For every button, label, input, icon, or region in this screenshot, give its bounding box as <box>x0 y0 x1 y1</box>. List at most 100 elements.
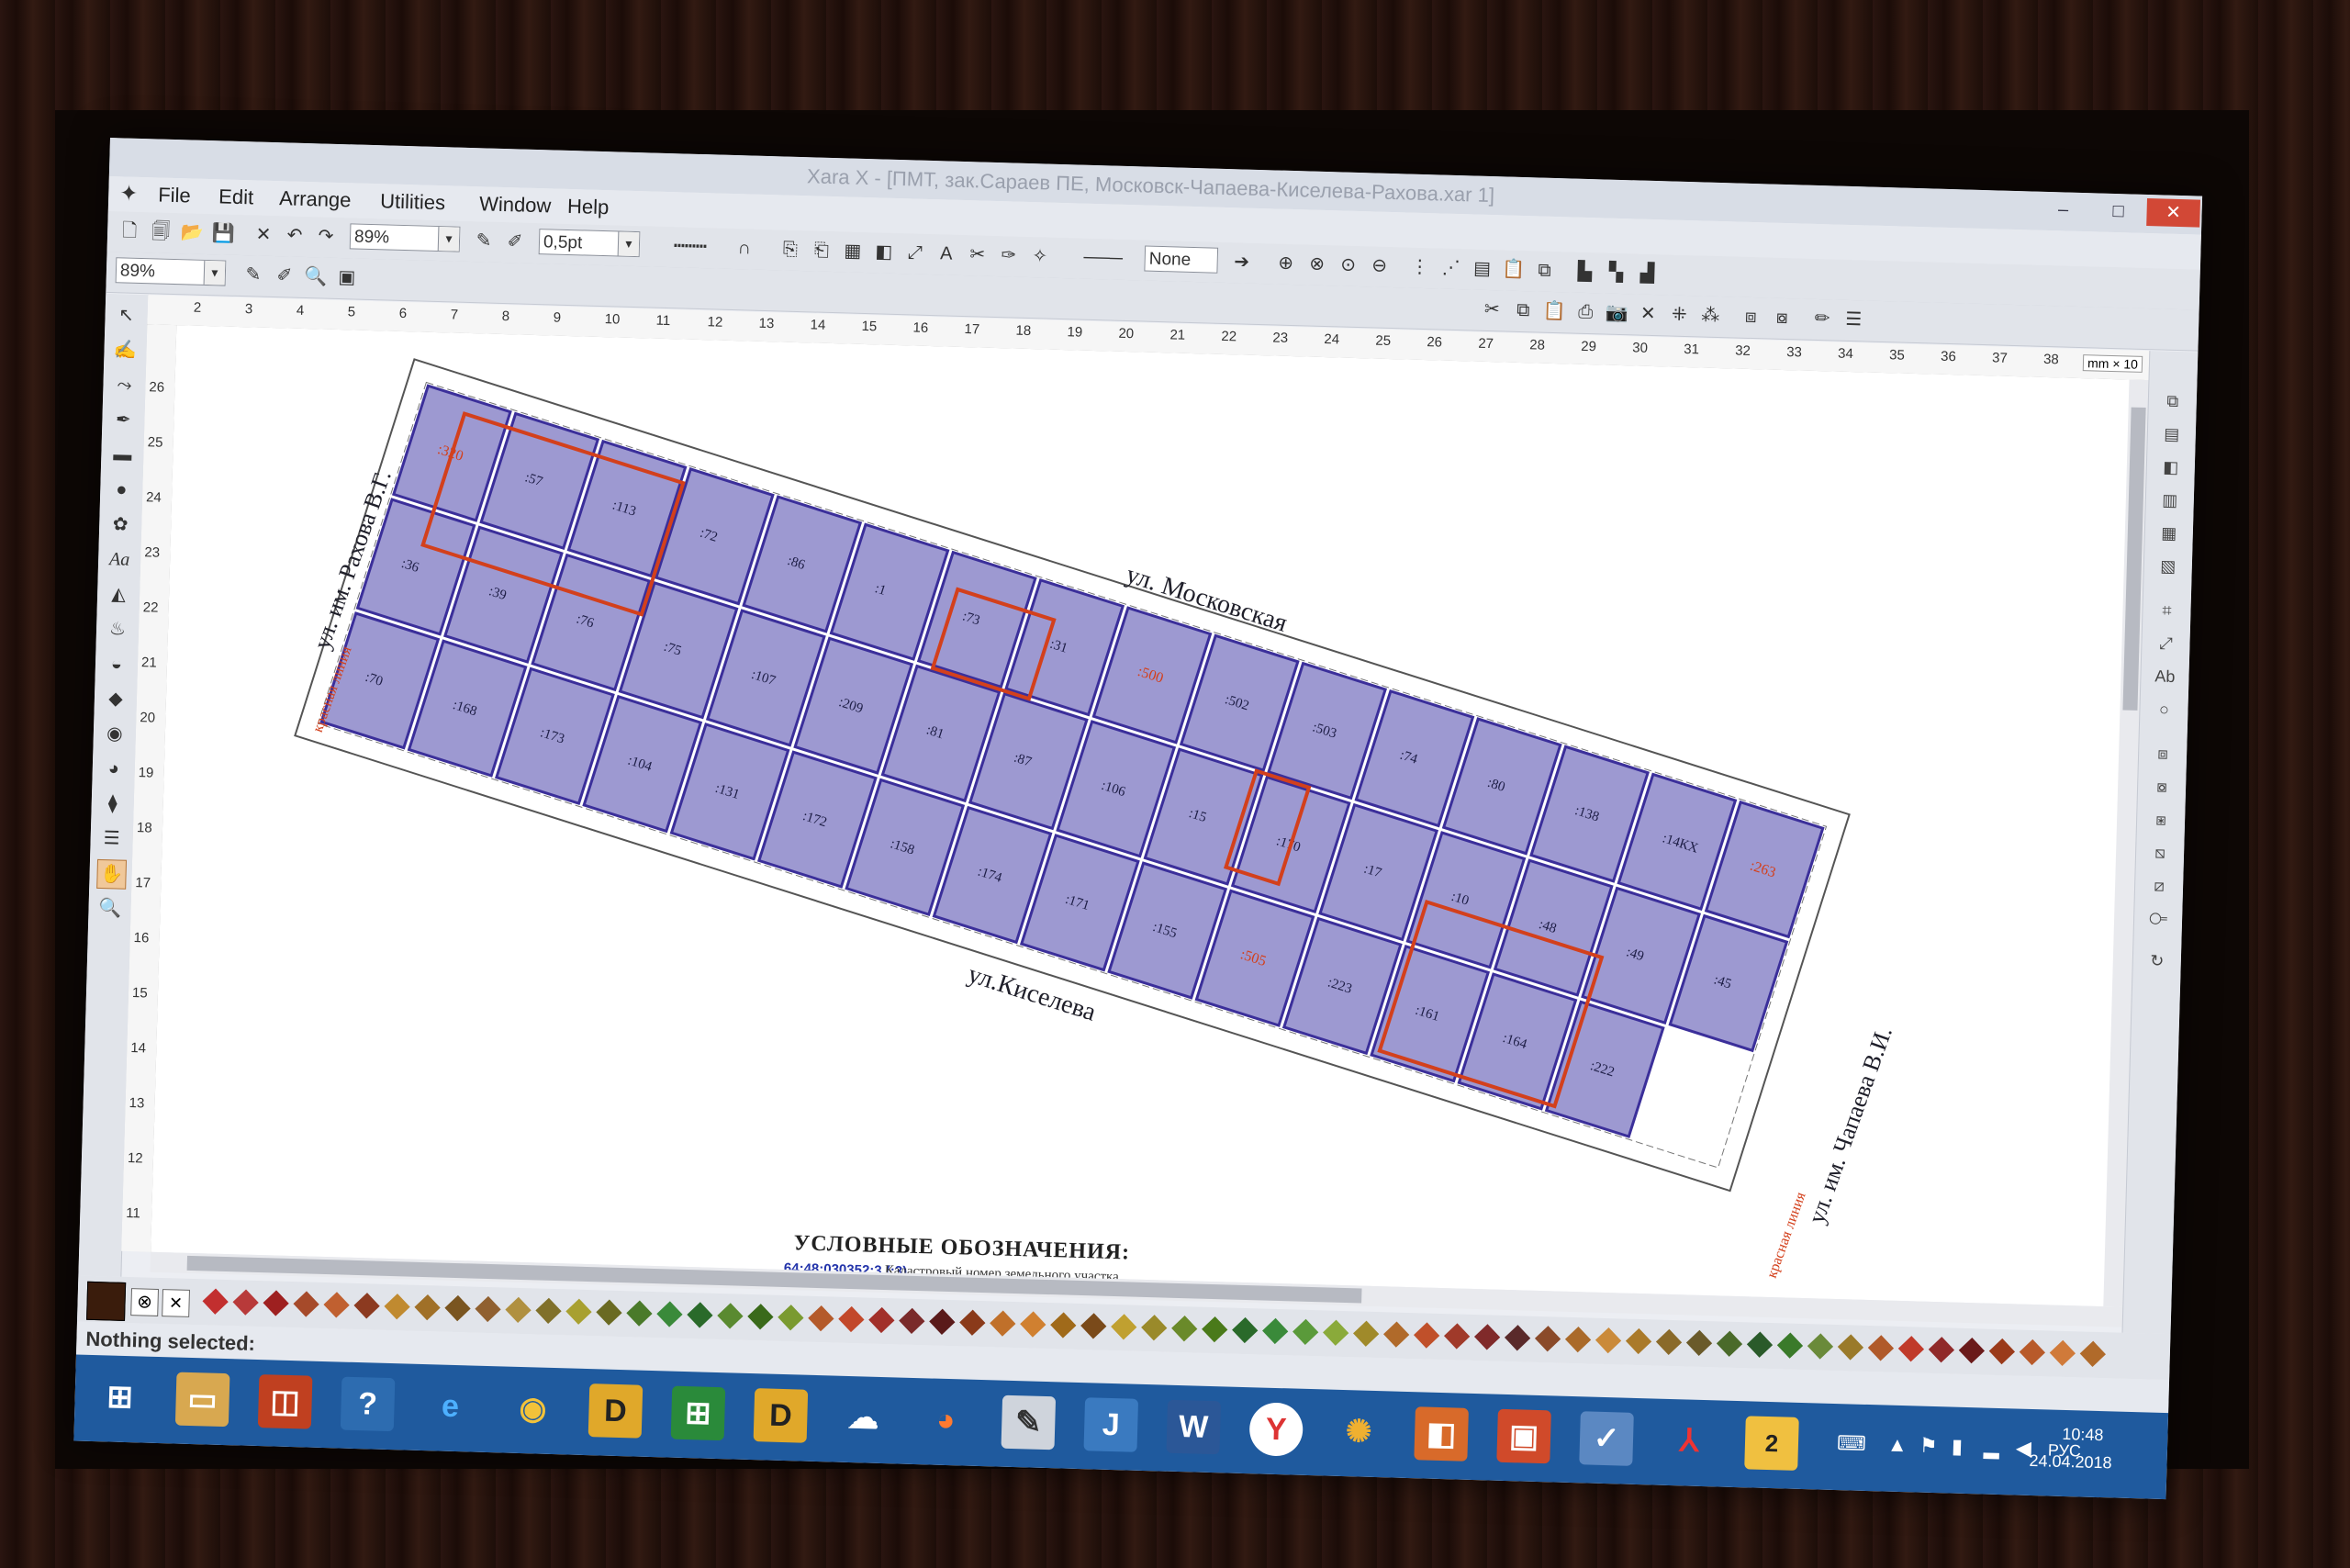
pen-tool-icon[interactable]: ✒ <box>109 406 138 434</box>
page-icon[interactable]: ▤ <box>1469 255 1495 282</box>
apply-arrow-icon[interactable]: ➔ <box>1228 249 1255 275</box>
app-j-icon[interactable]: J <box>1083 1397 1139 1452</box>
spray-icon[interactable]: ⁂ <box>1697 302 1724 329</box>
menu-utilities[interactable]: Utilities <box>380 189 446 215</box>
palette-swatch[interactable] <box>717 1303 744 1329</box>
palette-swatch[interactable] <box>1262 1317 1289 1345</box>
palette-swatch[interactable] <box>1504 1325 1531 1351</box>
chrome-icon[interactable]: ◉ <box>506 1382 561 1437</box>
zoom-tool-icon[interactable]: 🔍 <box>95 894 124 923</box>
mould-tool-icon[interactable]: ◒ <box>103 650 131 678</box>
delete-icon[interactable]: ✕ <box>251 221 277 248</box>
palette-swatch[interactable] <box>1746 1331 1774 1358</box>
palette-swatch[interactable] <box>263 1290 289 1316</box>
bevel-tool-icon[interactable]: ◆ <box>102 685 130 713</box>
selector-tool-icon[interactable]: ↖ <box>112 301 140 330</box>
transparency-tool-icon[interactable]: ♨ <box>104 615 132 644</box>
xara-app-icon[interactable]: ✦ <box>119 180 146 207</box>
cloud-icon[interactable]: ☁ <box>836 1391 891 1446</box>
crop-icon[interactable]: ⌗ <box>2154 597 2180 623</box>
import-icon[interactable]: ⎘ <box>778 236 804 263</box>
pattern-icon[interactable]: ⁜ <box>1666 301 1693 328</box>
pen-alt-icon[interactable]: ✐ <box>271 263 297 289</box>
zoom-drawing-icon[interactable]: ⊗ <box>1304 251 1330 277</box>
palette-swatch[interactable] <box>1020 1311 1046 1338</box>
clock-time[interactable]: 10:48 <box>2062 1425 2104 1445</box>
menu-file[interactable]: File <box>158 183 191 207</box>
palette-swatch[interactable] <box>1837 1334 1864 1361</box>
palette-swatch[interactable] <box>293 1291 319 1317</box>
powerpoint-icon[interactable]: ▣ <box>1496 1408 1551 1464</box>
palette-swatch[interactable] <box>1564 1327 1592 1353</box>
palette-swatch[interactable] <box>868 1306 895 1334</box>
menu-edit[interactable]: Edit <box>218 185 254 209</box>
gallery-layers-icon[interactable]: ⧉ <box>2159 387 2186 414</box>
clipboard-icon[interactable]: 📋 <box>1500 256 1527 283</box>
palette-swatch[interactable] <box>1050 1312 1077 1338</box>
gallery-lines-icon[interactable]: ▥ <box>2156 487 2183 513</box>
palette-swatch[interactable] <box>1685 1329 1713 1356</box>
menu-window[interactable]: Window <box>479 192 552 218</box>
resize-icon[interactable]: ⤢ <box>2153 630 2179 656</box>
list-icon[interactable]: ☰ <box>1841 307 1867 333</box>
zoom-combo-secondary[interactable]: 89% ▼ <box>115 257 227 286</box>
rectangle-tool-icon[interactable]: ▬ <box>108 441 137 469</box>
text-icon[interactable]: A <box>933 241 959 267</box>
snap-icon[interactable]: ⋰ <box>1438 254 1464 281</box>
pen-tool-icon[interactable]: ✎ <box>471 228 498 254</box>
align-center-icon[interactable]: ▚ <box>1603 259 1629 286</box>
palette-swatch[interactable] <box>414 1294 441 1321</box>
palette-swatch[interactable] <box>1171 1316 1198 1342</box>
palette-swatch[interactable] <box>2079 1340 2106 1367</box>
network-icon[interactable]: ▂ <box>1984 1436 2000 1460</box>
arrange-back-icon[interactable]: ⧃ <box>2145 905 2172 932</box>
zoom-combo[interactable]: 89% ▼ <box>349 223 461 252</box>
palette-swatch[interactable] <box>1141 1315 1168 1341</box>
xara-taskbar-icon[interactable]: ✓ <box>1579 1411 1634 1466</box>
gallery-fonts-icon[interactable]: ▧ <box>2154 553 2181 579</box>
pen-icon[interactable]: ✎ <box>241 262 267 288</box>
cut-icon[interactable]: ✂ <box>964 241 990 268</box>
magnet-icon[interactable]: ∩ <box>732 235 758 262</box>
reader-icon[interactable]: ◧ <box>1414 1406 1469 1462</box>
zoom-selection-icon[interactable]: ⊙ <box>1335 252 1361 278</box>
blend-tool-icon[interactable]: ⧫ <box>98 790 127 818</box>
clear-icon[interactable]: ✕ <box>1635 300 1662 327</box>
palette-swatch[interactable] <box>2019 1338 2046 1366</box>
palette-swatch[interactable] <box>1413 1322 1440 1349</box>
app-orange-icon[interactable]: ◫ <box>257 1374 313 1429</box>
palette-swatch[interactable] <box>1988 1338 2016 1365</box>
windows-start-icon[interactable]: ⊞ <box>93 1370 148 1425</box>
ellipse-tool-icon[interactable]: ● <box>107 476 136 504</box>
camera-icon[interactable]: 📷 <box>1604 300 1630 327</box>
slice-icon[interactable]: ⧅ <box>2147 839 2174 866</box>
palette-swatch[interactable] <box>1867 1335 1895 1361</box>
file-explorer-icon[interactable]: ▭ <box>174 1372 230 1428</box>
palette-swatch[interactable] <box>808 1305 834 1332</box>
palette-swatch[interactable] <box>778 1305 804 1331</box>
palette-swatch[interactable] <box>1958 1338 1986 1364</box>
push-tool-icon[interactable]: ✋ <box>96 858 128 890</box>
live-effects-tool-icon[interactable]: ☰ <box>97 824 126 853</box>
line-width-combo[interactable]: 0,5pt ▼ <box>538 229 641 258</box>
combine-icon[interactable]: ⧈ <box>2150 740 2177 767</box>
no-color-swatch[interactable]: ⊗ <box>130 1288 160 1316</box>
app-d-icon[interactable]: D <box>588 1383 643 1439</box>
keyboard-icon[interactable]: ⌨ <box>1837 1431 1866 1456</box>
battery-icon[interactable]: ▮ <box>1952 1435 1964 1459</box>
palette-swatch[interactable] <box>626 1300 653 1327</box>
align-right-icon[interactable]: ▟ <box>1634 260 1661 286</box>
palette-swatch[interactable] <box>1080 1313 1107 1339</box>
palette-swatch[interactable] <box>1232 1316 1259 1344</box>
palette-swatch[interactable] <box>1473 1324 1501 1350</box>
firefox-icon[interactable]: ◕ <box>919 1393 974 1448</box>
quickshape-tool-icon[interactable]: ✿ <box>106 510 135 539</box>
palette-swatch[interactable] <box>1716 1330 1743 1357</box>
menu-arrange[interactable]: Arrange <box>279 186 352 212</box>
group-icon[interactable]: ⧈ <box>1738 304 1764 330</box>
close-button[interactable]: ✕ <box>2146 197 2201 228</box>
zoom-icon[interactable]: 🔍 <box>302 263 329 290</box>
palette-swatch[interactable] <box>990 1310 1016 1337</box>
palette-swatch[interactable] <box>1353 1320 1380 1347</box>
gallery-fills-icon[interactable]: ◧ <box>2157 454 2184 480</box>
